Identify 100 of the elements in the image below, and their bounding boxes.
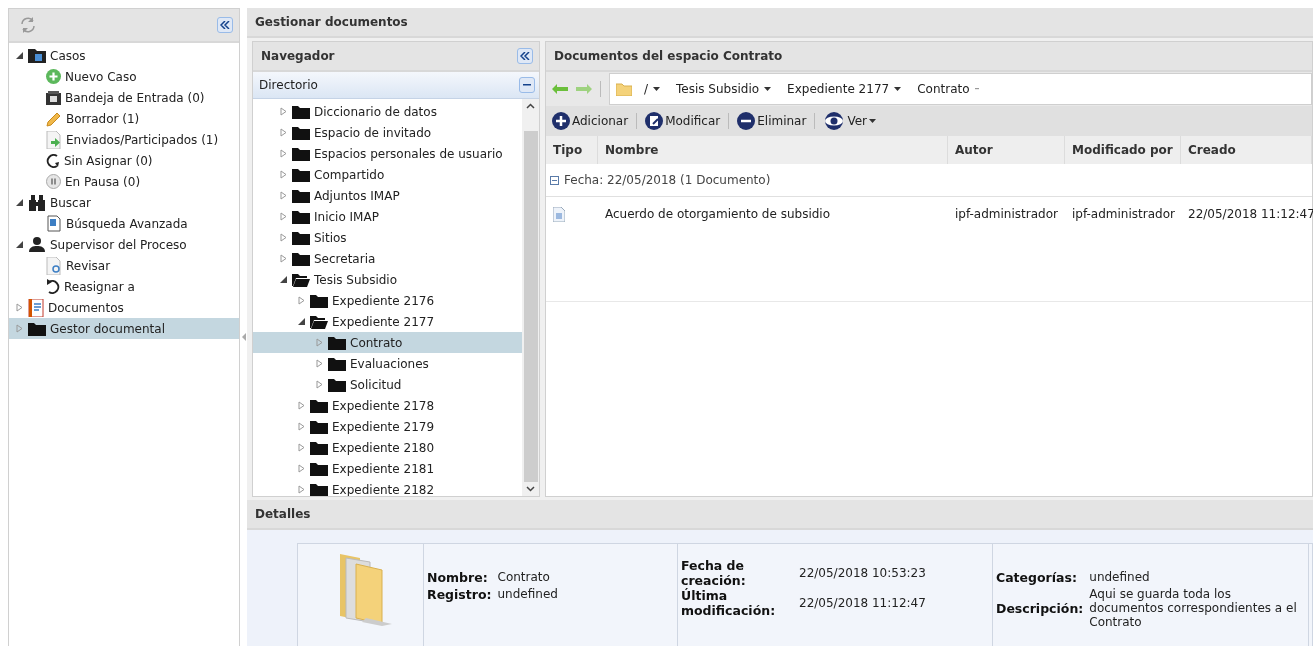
folder-tree-item[interactable]: Evaluaciones [253,353,522,374]
group-header[interactable]: Fecha: 22/05/2018 (1 Documento) [546,164,1312,197]
folder-tree-item[interactable]: Espacio de invitado [253,122,522,143]
field-value: undefined [1089,570,1151,585]
folder-icon [292,209,310,224]
table-cell-text: 22/05/2018 11:12:47 [1187,206,1313,223]
scrollbar[interactable] [522,99,539,496]
folder-icon [328,335,346,350]
folder-icon [310,419,328,434]
toolbar-button[interactable]: Ver [821,110,878,132]
folder-tree-item[interactable]: Solicitud [253,374,522,395]
folder-tree-item[interactable]: Adjuntos IMAP [253,185,522,206]
plus-icon [46,69,61,84]
magnifier-document-icon [46,256,62,275]
folder-tree-item[interactable]: Espacios personales de usuario [253,143,522,164]
double-chevron-icon [520,52,530,60]
column-header[interactable]: Modificado por [1065,136,1181,164]
folder-tree-item[interactable]: Expediente 2179 [253,416,522,437]
toolbar-button[interactable]: Modificar [643,110,723,132]
folder-icon [616,82,632,96]
sidebar-item[interactable]: Borrador (1) [9,108,239,129]
sidebar-item[interactable]: Enviados/Participados (1) [9,129,239,150]
expander-icon[interactable] [15,240,24,249]
sidebar-item[interactable]: En Pausa (0) [9,171,239,192]
pause-icon [46,174,61,189]
table-cell-text: Acuerdo de otorgamiento de subsidio [604,206,832,223]
field-value: Aqui se guarda toda los documentos correspondientes a el Contrato [1089,587,1298,629]
toolbar-button[interactable]: Adicionar [550,110,631,132]
field-label: Descripción: [996,600,1084,616]
plus-icon [552,112,570,130]
sidebar-item[interactable]: Documentos [9,297,239,318]
toolbar-button[interactable]: Eliminar [735,110,809,132]
breadcrumb-link[interactable]: Contrato [913,82,983,96]
collapse-button[interactable] [519,77,535,93]
folder-tree-item[interactable]: Inicio IMAP [253,206,522,227]
breadcrumb-link[interactable]: Expediente 2177 [783,82,906,96]
folder-icon [28,321,46,336]
folder-tree-item[interactable]: Contrato [253,332,522,353]
sidebar-item[interactable]: Supervisor del Proceso [9,234,239,255]
expander-icon[interactable] [279,275,288,284]
sidebar-item[interactable]: Reasignar a [9,276,239,297]
scroll-down-icon[interactable] [526,486,535,492]
notebook-icon [28,298,44,317]
sidebar-item[interactable]: Casos [9,45,239,66]
folder-tree-item[interactable]: Sitios [253,227,522,248]
folder-tree-item[interactable]: Compartido [253,164,522,185]
expander-icon[interactable] [297,317,306,326]
folder-tree-item[interactable]: Expediente 2177 [253,311,522,332]
folder-tree-item[interactable]: Expediente 2180 [253,437,522,458]
folder-tree-item[interactable]: Expediente 2182 [253,479,522,496]
column-header[interactable]: Tipo [546,136,598,164]
folder-tree-item[interactable]: Secretaria [253,248,522,269]
breadcrumb-link[interactable]: / [640,82,665,96]
field-label: Registro: [427,587,492,602]
sidebar-item[interactable]: Bandeja de Entrada (0) [9,87,239,108]
caret-icon [653,87,661,91]
panel-title: Documentos del espacio Contrato [554,49,783,63]
folder-tree-item[interactable]: Tesis Subsidio [253,269,522,290]
open-folder-icon [310,314,328,329]
forward-arrow-icon[interactable] [576,84,592,94]
sidebar-item[interactable]: Sin Asignar (0) [9,150,239,171]
folder-icon [292,104,310,119]
dash-icon [974,88,979,90]
caret-icon [869,119,876,123]
field-label: Categorías: [996,570,1078,585]
redo-arrow-icon [46,278,60,295]
column-header[interactable]: Nombre [598,136,948,164]
collapse-icon[interactable] [550,175,559,185]
folder-tree-item[interactable]: Expediente 2181 [253,458,522,479]
minus-icon [737,112,756,130]
folder-tree-item[interactable]: Expediente 2178 [253,395,522,416]
field-value: Contrato [497,570,551,585]
folder-tree-item[interactable]: Expediente 2176 [253,290,522,311]
folder-tree-item[interactable]: Diccionario de datos [253,101,522,122]
collapse-button[interactable] [517,48,533,64]
user-icon [28,237,46,252]
sidebar-item[interactable]: Nuevo Caso [9,66,239,87]
back-arrow-icon[interactable] [552,84,568,94]
panel-title: Navegador [261,49,335,63]
table-cell-text: ipf-administrador [954,206,1059,223]
document-icon [553,206,565,222]
folder-icon [292,230,310,245]
sidebar-item[interactable]: Gestor documental [9,318,239,339]
folder-icon [292,251,310,266]
sidebar-item[interactable]: Buscar [9,192,239,213]
collapse-button[interactable] [217,17,233,33]
expander-icon[interactable] [15,51,24,60]
column-header[interactable]: Autor [948,136,1065,164]
binoculars-icon [28,194,46,211]
scroll-up-icon[interactable] [526,103,535,109]
pencil-icon [46,110,62,127]
folder-icon [310,461,328,476]
sidebar-item[interactable]: Búsqueda Avanzada [9,213,239,234]
sidebar-item[interactable]: Revisar [9,255,239,276]
column-header[interactable]: Creado [1181,136,1312,164]
breadcrumb-link[interactable]: Tesis Subsidio [672,82,776,96]
expander-icon[interactable] [15,198,24,207]
folder-icon [328,356,346,371]
inbox-icon [46,90,61,105]
refresh-icon[interactable] [19,16,37,34]
